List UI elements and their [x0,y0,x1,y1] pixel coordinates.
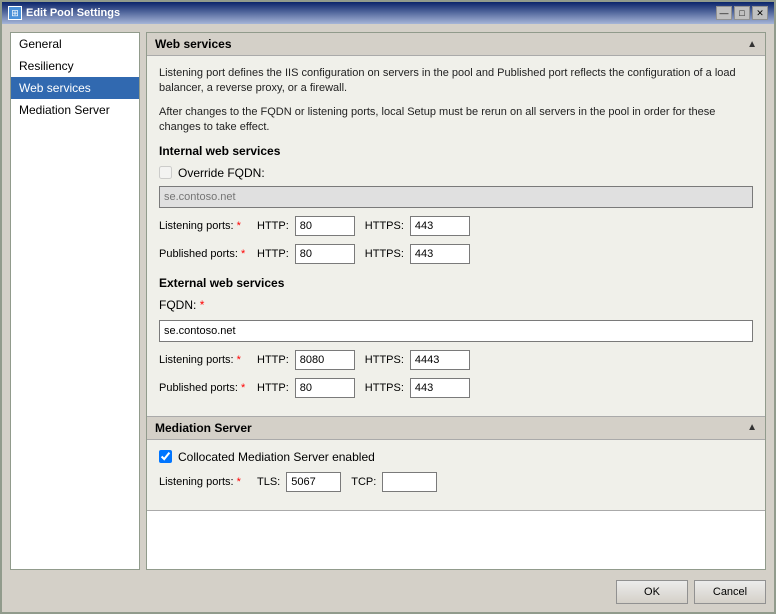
external-listen-https-input[interactable] [410,350,470,370]
mediation-server-section: Mediation Server ▲ Collocated Mediation … [147,417,765,511]
main-content: General Resiliency Web services Mediatio… [10,32,766,570]
mediation-listening-ports-group: TLS: TCP: [253,472,437,492]
internal-listening-ports-row: Listening ports: * HTTP: HTTPS: [159,216,753,236]
external-listening-ports-group: HTTP: HTTPS: [253,350,470,370]
internal-published-label: Published ports: * [159,248,249,260]
sidebar-item-general[interactable]: General [11,33,139,55]
title-bar: ⊞ Edit Pool Settings — □ ✕ [2,2,774,24]
override-fqdn-label: Override FQDN: [178,166,265,180]
mediation-listening-label: Listening ports: * [159,476,249,488]
web-services-section: Web services ▲ Listening port defines th… [147,33,765,417]
internal-listen-https-label: HTTPS: [365,220,404,232]
collocated-label: Collocated Mediation Server enabled [178,450,375,464]
sidebar-item-resiliency[interactable]: Resiliency [11,55,139,77]
window-icon: ⊞ [8,6,22,20]
cancel-button[interactable]: Cancel [694,580,766,604]
title-bar-left: ⊞ Edit Pool Settings [8,6,120,20]
internal-publish-http-input[interactable] [295,244,355,264]
content-panel: Web services ▲ Listening port defines th… [146,32,766,570]
internal-fqdn-input[interactable] [159,186,753,208]
external-listen-http-label: HTTP: [257,354,289,366]
external-listening-ports-row: Listening ports: * HTTP: HTTPS: [159,350,753,370]
ok-button[interactable]: OK [616,580,688,604]
internal-listen-http-label: HTTP: [257,220,289,232]
override-fqdn-checkbox[interactable] [159,166,172,179]
external-fqdn-input[interactable] [159,320,753,342]
external-listen-http-input[interactable] [295,350,355,370]
web-services-title: Web services [155,37,232,51]
sidebar: General Resiliency Web services Mediatio… [10,32,140,570]
sidebar-item-mediation-server[interactable]: Mediation Server [11,99,139,121]
mediation-tcp-input[interactable] [382,472,437,492]
external-publish-http-input[interactable] [295,378,355,398]
external-published-ports-group: HTTP: HTTPS: [253,378,470,398]
collocated-checkbox-row: Collocated Mediation Server enabled [159,450,753,464]
internal-listening-label: Listening ports: * [159,220,249,232]
maximize-button[interactable]: □ [734,6,750,20]
internal-listen-https-input[interactable] [410,216,470,236]
web-services-body: Listening port defines the IIS configura… [147,56,765,416]
external-publish-https-label: HTTPS: [365,382,404,394]
close-button[interactable]: ✕ [752,6,768,20]
mediation-tls-label: TLS: [257,476,280,488]
external-fqdn-label: FQDN: * [159,298,204,312]
internal-listen-http-input[interactable] [295,216,355,236]
external-listening-label: Listening ports: * [159,354,249,366]
internal-publish-https-label: HTTPS: [365,248,404,260]
footer-bar: OK Cancel [10,576,766,604]
external-web-services-title: External web services [159,276,753,290]
minimize-button[interactable]: — [716,6,732,20]
main-window: ⊞ Edit Pool Settings — □ ✕ General Resil… [0,0,776,614]
window-title: Edit Pool Settings [26,7,120,19]
internal-listening-ports-group: HTTP: HTTPS: [253,216,470,236]
title-bar-controls: — □ ✕ [716,6,768,20]
external-fqdn-wrapper [159,320,753,342]
mediation-tcp-label: TCP: [351,476,376,488]
external-published-label: Published ports: * [159,382,249,394]
web-services-desc1: Listening port defines the IIS configura… [159,66,753,97]
mediation-tls-input[interactable] [286,472,341,492]
external-listen-https-label: HTTPS: [365,354,404,366]
internal-publish-https-input[interactable] [410,244,470,264]
web-services-collapse-icon[interactable]: ▲ [747,39,757,50]
collocated-checkbox[interactable] [159,450,172,463]
web-services-header: Web services ▲ [147,33,765,56]
override-fqdn-row: Override FQDN: [159,166,753,180]
internal-fqdn-wrapper [159,186,753,208]
mediation-listening-ports-row: Listening ports: * TLS: TCP: [159,472,753,492]
internal-publish-http-label: HTTP: [257,248,289,260]
external-fqdn-row: FQDN: * [159,298,753,312]
internal-web-services-title: Internal web services [159,144,753,158]
internal-published-ports-group: HTTP: HTTPS: [253,244,470,264]
window-body: General Resiliency Web services Mediatio… [2,24,774,612]
internal-published-ports-row: Published ports: * HTTP: HTTPS: [159,244,753,264]
mediation-server-collapse-icon[interactable]: ▲ [747,422,757,433]
sidebar-item-web-services[interactable]: Web services [11,77,139,99]
mediation-server-header: Mediation Server ▲ [147,417,765,440]
mediation-server-title: Mediation Server [155,421,252,435]
web-services-desc2: After changes to the FQDN or listening p… [159,105,753,136]
external-publish-https-input[interactable] [410,378,470,398]
external-publish-http-label: HTTP: [257,382,289,394]
external-published-ports-row: Published ports: * HTTP: HTTPS: [159,378,753,398]
mediation-server-body: Collocated Mediation Server enabled List… [147,440,765,510]
